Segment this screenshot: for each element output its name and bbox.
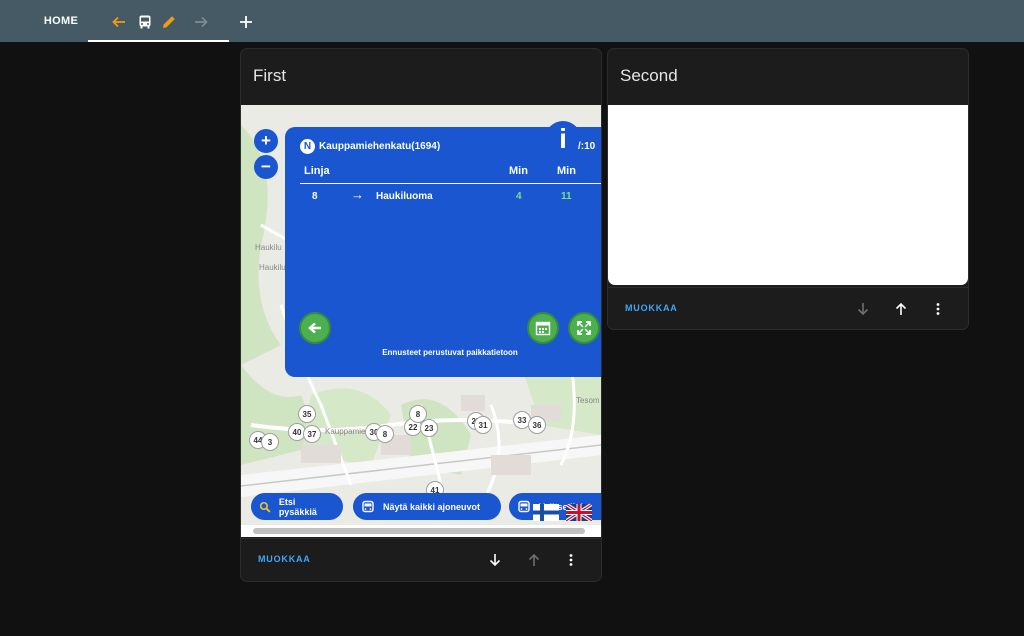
show-vehicles-label: Näytä kaikki ajoneuvot — [383, 501, 481, 512]
map-view[interactable]: Haukilu Haukiluoma Kauppamiehenkatu Teso… — [241, 105, 601, 537]
more-vertical-icon[interactable] — [562, 551, 580, 569]
card-second-content — [608, 105, 968, 285]
departures-panel: N Kauppamiehenkatu(1694) i /:10 Linja Mi… — [285, 121, 601, 377]
row-destination: Haukiluoma — [376, 191, 433, 202]
card-first: First Haukilu Haukiluoma Kauppamiehenkat… — [240, 48, 602, 582]
header-min: Min — [509, 165, 528, 177]
stop-badge: N — [300, 139, 315, 154]
bus-icon — [362, 500, 374, 512]
back-button[interactable] — [299, 312, 331, 344]
stop-marker[interactable]: 8 — [376, 425, 394, 443]
row-min: 4 — [516, 191, 522, 202]
card-title: First — [253, 66, 287, 85]
calendar-button[interactable] — [527, 312, 559, 344]
uk-flag[interactable] — [566, 504, 592, 521]
more-vertical-icon[interactable] — [929, 300, 947, 318]
stop-marker[interactable]: 37 — [303, 425, 321, 443]
stop-name: Kauppamiehenkatu(1694) — [319, 141, 441, 152]
header-min: Min — [557, 165, 576, 177]
finland-flag[interactable] — [533, 504, 559, 521]
bus-icon[interactable] — [136, 13, 154, 31]
arrow-right-icon: → — [351, 187, 364, 202]
row-line: 8 — [312, 191, 318, 202]
pencil-icon[interactable] — [160, 13, 178, 31]
arrow-right-icon[interactable] — [192, 13, 210, 31]
expand-icon — [577, 321, 591, 335]
arrow-down-icon[interactable] — [486, 551, 504, 569]
search-icon — [259, 501, 271, 513]
top-app-bar: HOME — [0, 0, 1024, 42]
calendar-icon — [535, 321, 551, 336]
street-label: Haukilu — [255, 243, 282, 252]
row-min: 11 — [561, 191, 572, 202]
arrow-up-icon[interactable] — [525, 551, 543, 569]
stop-marker[interactable]: 36 — [528, 416, 546, 434]
edit-button[interactable]: MUOKKAA — [258, 554, 311, 564]
street-label: Tesom — [576, 396, 600, 405]
search-stops-label: Etsi pysäkkiä — [278, 496, 317, 517]
bus-icon — [518, 500, 530, 512]
panel-time: /:10 — [578, 141, 596, 152]
panel-footer-note: Ennusteet perustuvat paikkatietoon — [382, 348, 518, 357]
arrow-left-icon[interactable] — [110, 13, 128, 31]
tab-home[interactable]: HOME — [36, 0, 86, 42]
stop-marker[interactable]: 23 — [420, 419, 438, 437]
stop-marker[interactable]: 31 — [474, 416, 492, 434]
zoom-in-button[interactable]: + — [254, 129, 278, 153]
header-divider — [300, 183, 601, 184]
card-actions: MUOKKAA — [608, 287, 968, 329]
stop-marker[interactable]: 8 — [409, 405, 427, 423]
arrow-down-icon[interactable] — [854, 300, 872, 318]
tab-active[interactable] — [88, 0, 229, 42]
card-title: Second — [620, 66, 678, 85]
edit-button[interactable]: MUOKKAA — [625, 303, 678, 313]
card-actions: MUOKKAA — [241, 538, 601, 581]
info-icon[interactable]: i — [545, 121, 581, 157]
arrow-up-icon[interactable] — [892, 300, 910, 318]
fullscreen-button[interactable] — [568, 312, 600, 344]
stop-marker[interactable]: 35 — [298, 405, 316, 423]
arrow-left-icon — [308, 322, 321, 334]
map-horizontal-scrollbar[interactable] — [241, 525, 601, 537]
scrollbar-thumb[interactable] — [253, 528, 585, 534]
show-vehicles-button[interactable]: Näytä kaikki ajoneuvot — [353, 493, 501, 520]
card-second: Second MUOKKAA — [607, 48, 969, 330]
stop-marker[interactable]: 3 — [261, 433, 279, 451]
plus-icon[interactable] — [237, 13, 255, 31]
search-stops-button[interactable]: Etsi pysäkkiä — [251, 493, 343, 520]
header-line: Linja — [304, 165, 330, 177]
zoom-out-button[interactable]: − — [254, 155, 278, 179]
